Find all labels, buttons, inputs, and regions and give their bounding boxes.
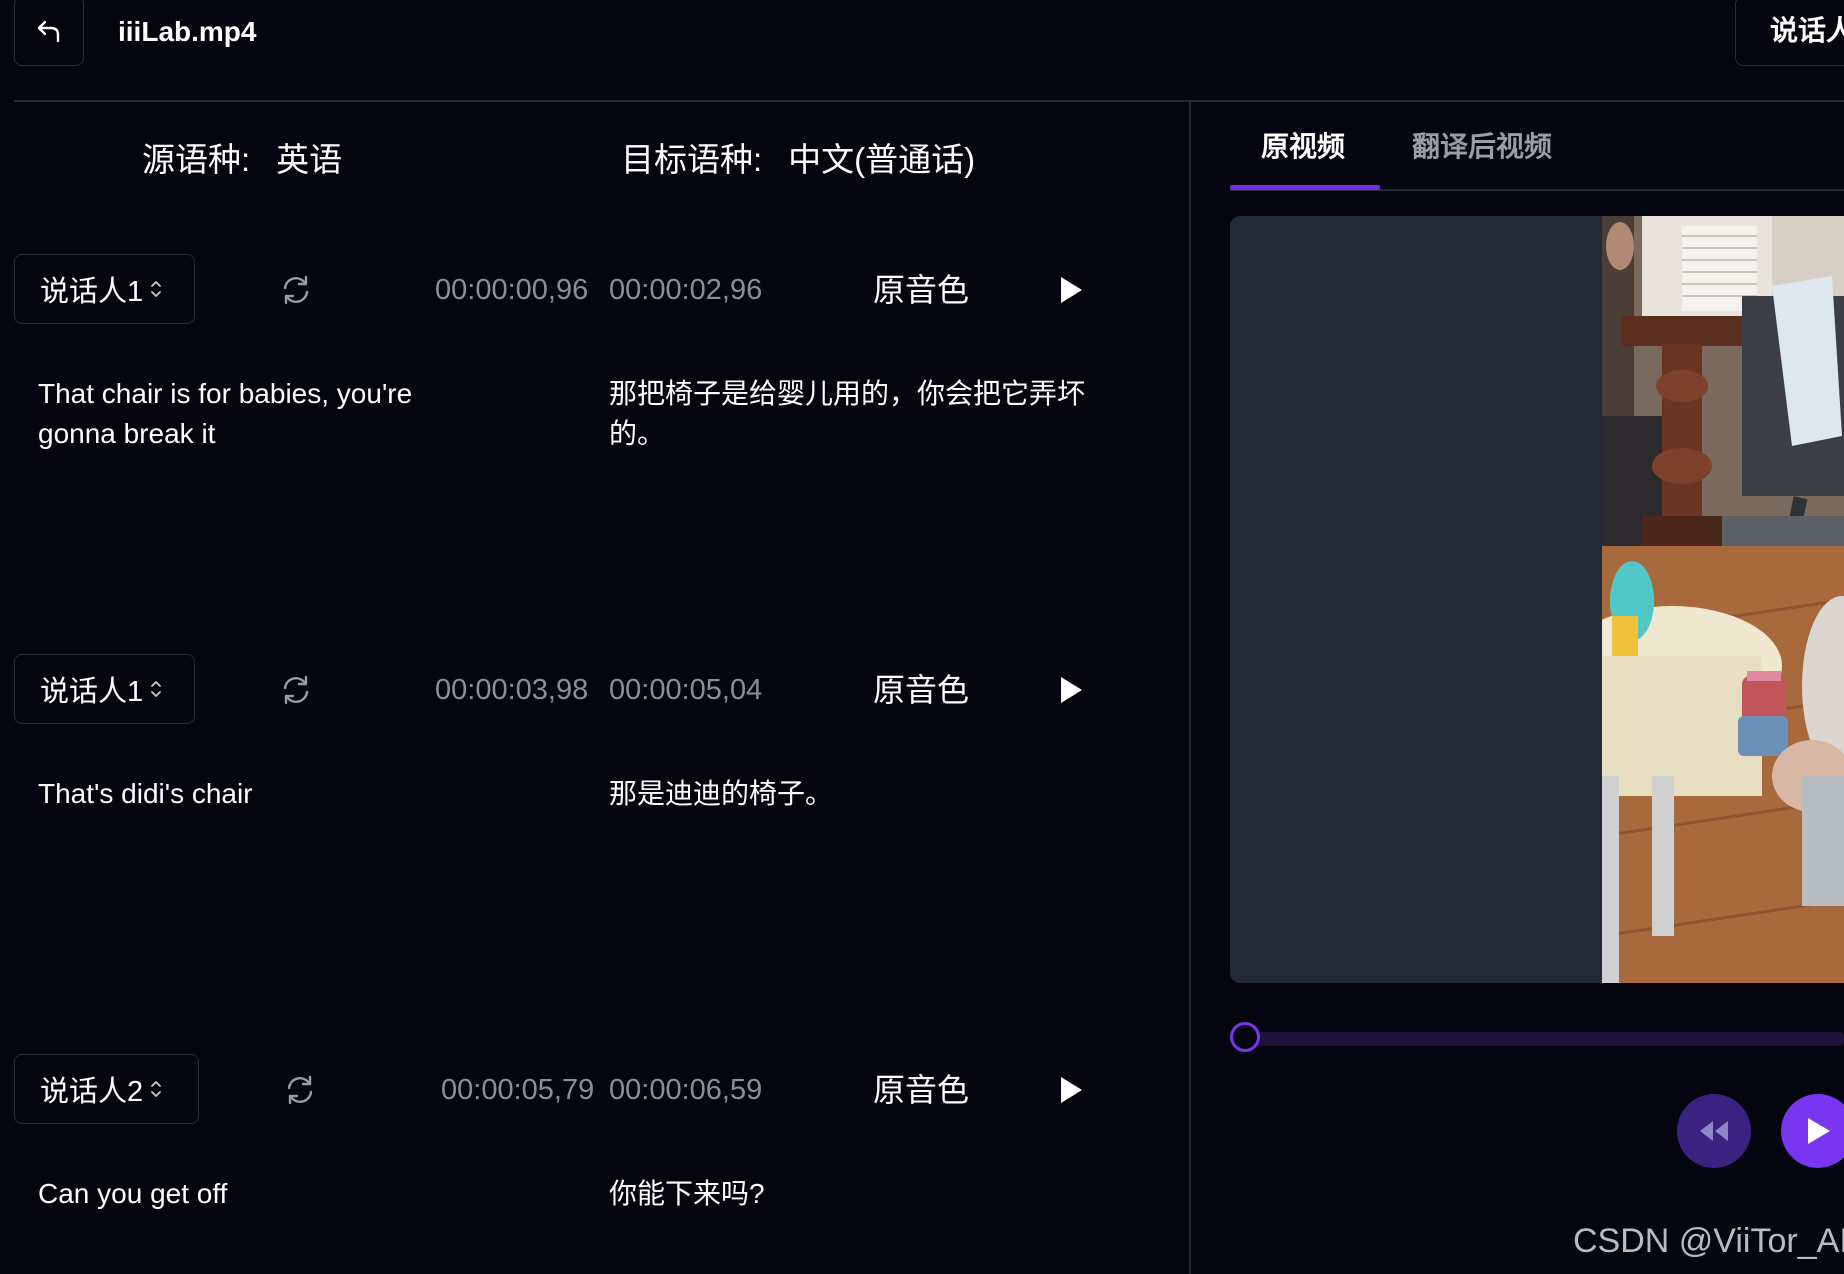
speaker-select[interactable]: 说话人1 <box>14 654 195 724</box>
end-timecode[interactable]: 00:00:05,04 <box>609 670 762 710</box>
source-text[interactable]: That's didi's chair <box>38 774 458 814</box>
source-text[interactable]: Can you get off <box>38 1174 458 1214</box>
source-text[interactable]: That chair is for babies, you're gonna b… <box>38 374 458 454</box>
speaker-settings-button[interactable]: 说话人 <box>1735 0 1844 66</box>
target-language: 目标语种: 中文(普通话) <box>621 138 975 182</box>
tab-original-video[interactable]: 原视频 <box>1261 127 1345 167</box>
end-timecode[interactable]: 00:00:06,59 <box>609 1070 762 1110</box>
video-translation-editor: iiiLab.mp4 说话人 源语种:英语 目标语种:中文(普通话) 说话人1 … <box>0 0 1844 1274</box>
video-frame <box>1602 216 1844 983</box>
target-language-label: 目标语种: <box>621 141 763 178</box>
back-arrow-icon <box>37 20 60 43</box>
end-timecode[interactable]: 00:00:02,96 <box>609 270 762 310</box>
header-divider <box>14 100 1844 102</box>
file-title: iiiLab.mp4 <box>118 16 257 47</box>
play-icon[interactable] <box>1056 673 1086 707</box>
active-tab-indicator <box>1230 185 1380 190</box>
play-icon[interactable] <box>1056 273 1086 307</box>
target-text[interactable]: 你能下来吗? <box>609 1174 1089 1214</box>
source-language: 源语种: 英语 <box>142 138 342 182</box>
play-icon[interactable] <box>1056 1073 1086 1107</box>
video-player[interactable] <box>1230 216 1844 983</box>
speaker-select[interactable]: 说话人2 <box>14 1054 199 1124</box>
watermark: CSDN @ViiTor_AI <box>1573 1222 1844 1260</box>
target-language-value: 中文(普通话) <box>788 141 976 178</box>
voice-label[interactable]: 原音色 <box>873 1068 969 1112</box>
timeline-handle[interactable] <box>1230 1022 1260 1052</box>
target-text[interactable]: 那是迪迪的椅子。 <box>609 774 1089 814</box>
panel-divider <box>1189 101 1191 1274</box>
start-timecode[interactable]: 00:00:00,96 <box>435 270 588 310</box>
speaker-select-label: 说话人1 <box>40 676 144 708</box>
speaker-select-label: 说话人2 <box>40 1076 144 1108</box>
rewind-button[interactable] <box>1677 1094 1751 1168</box>
target-text[interactable]: 那把椅子是给婴儿用的，你会把它弄坏的。 <box>609 374 1089 454</box>
refresh-icon[interactable] <box>279 273 313 307</box>
speaker-select[interactable]: 说话人1 <box>14 254 195 324</box>
start-timecode[interactable]: 00:00:03,98 <box>435 670 588 710</box>
play-icon <box>1808 1118 1830 1144</box>
back-button[interactable] <box>14 0 84 66</box>
source-language-label: 源语种: <box>142 141 251 178</box>
rewind-icon <box>1700 1121 1728 1141</box>
refresh-icon[interactable] <box>283 1073 317 1107</box>
start-timecode[interactable]: 00:00:05,79 <box>441 1070 594 1110</box>
refresh-icon[interactable] <box>279 673 313 707</box>
tab-translated-video[interactable]: 翻译后视频 <box>1412 127 1552 167</box>
timeline-track[interactable] <box>1246 1032 1844 1046</box>
up-down-chevron-icon <box>149 1078 163 1100</box>
up-down-chevron-icon <box>149 278 163 300</box>
play-button[interactable] <box>1781 1094 1844 1168</box>
up-down-chevron-icon <box>149 678 163 700</box>
source-language-value: 英语 <box>276 141 343 178</box>
voice-label[interactable]: 原音色 <box>873 268 969 312</box>
voice-label[interactable]: 原音色 <box>873 668 969 712</box>
speaker-select-label: 说话人1 <box>40 276 144 308</box>
